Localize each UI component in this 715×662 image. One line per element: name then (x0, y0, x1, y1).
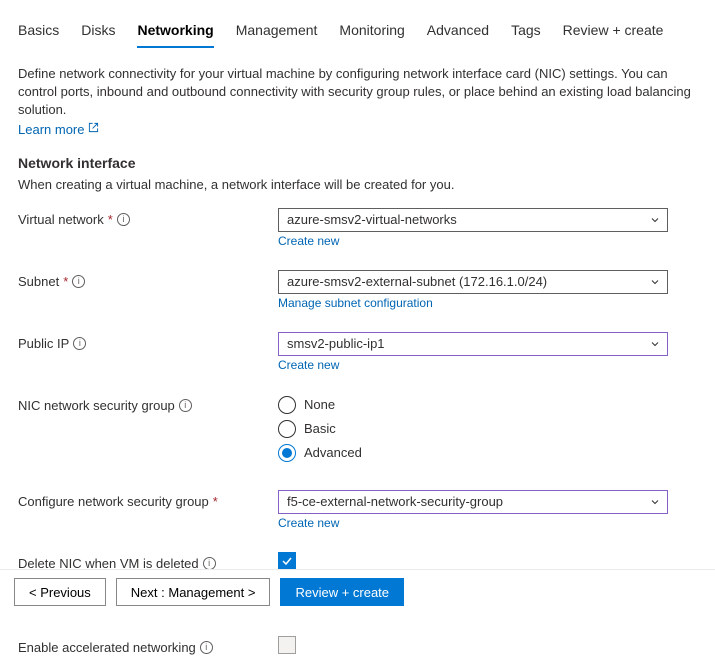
tab-monitoring[interactable]: Monitoring (339, 16, 404, 48)
nsg-mode-basic-label: Basic (304, 421, 336, 436)
section-note: When creating a virtual machine, a netwo… (18, 177, 697, 192)
public-ip-create-new-link[interactable]: Create new (278, 358, 339, 372)
tab-advanced[interactable]: Advanced (427, 16, 489, 48)
review-create-button[interactable]: Review + create (280, 578, 404, 606)
chevron-down-icon (649, 276, 661, 288)
nsg-create-new-link[interactable]: Create new (278, 516, 339, 530)
external-link-icon (88, 122, 99, 136)
intro-text: Define network connectivity for your vir… (18, 65, 697, 120)
subnet-label: Subnet (18, 274, 59, 289)
tab-networking[interactable]: Networking (137, 16, 213, 48)
tab-basics[interactable]: Basics (18, 16, 59, 48)
subnet-manage-link[interactable]: Manage subnet configuration (278, 296, 433, 310)
public-ip-label: Public IP (18, 336, 69, 351)
vnet-dropdown[interactable]: azure-smsv2-virtual-networks (278, 208, 668, 232)
tab-tags[interactable]: Tags (511, 16, 541, 48)
nsg-mode-none-radio[interactable]: None (278, 396, 668, 414)
info-icon[interactable]: i (200, 641, 213, 654)
tab-review[interactable]: Review + create (563, 16, 664, 48)
info-icon[interactable]: i (179, 399, 192, 412)
wizard-footer: < Previous Next : Management > Review + … (0, 569, 715, 614)
info-icon[interactable]: i (203, 557, 216, 570)
learn-more-link[interactable]: Learn more (18, 122, 99, 137)
chevron-down-icon (649, 338, 661, 350)
nsg-mode-basic-radio[interactable]: Basic (278, 420, 668, 438)
required-marker: * (63, 274, 68, 289)
subnet-value: azure-smsv2-external-subnet (172.16.1.0/… (287, 274, 547, 289)
vnet-create-new-link[interactable]: Create new (278, 234, 339, 248)
accel-net-label: Enable accelerated networking (18, 640, 196, 655)
info-icon[interactable]: i (73, 337, 86, 350)
nsg-mode-radiogroup: None Basic Advanced (278, 394, 668, 462)
next-button[interactable]: Next : Management > (116, 578, 271, 606)
subnet-dropdown[interactable]: azure-smsv2-external-subnet (172.16.1.0/… (278, 270, 668, 294)
section-heading: Network interface (18, 155, 697, 171)
public-ip-dropdown[interactable]: smsv2-public-ip1 (278, 332, 668, 356)
tab-disks[interactable]: Disks (81, 16, 115, 48)
public-ip-value: smsv2-public-ip1 (287, 336, 385, 351)
tab-management[interactable]: Management (236, 16, 318, 48)
nsg-select-label: Configure network security group (18, 494, 209, 509)
info-icon[interactable]: i (117, 213, 130, 226)
previous-button[interactable]: < Previous (14, 578, 106, 606)
info-icon[interactable]: i (72, 275, 85, 288)
nsg-mode-label: NIC network security group (18, 398, 175, 413)
required-marker: * (213, 494, 218, 509)
vnet-label: Virtual network (18, 212, 104, 227)
nsg-select-value: f5-ce-external-network-security-group (287, 494, 503, 509)
vnet-value: azure-smsv2-virtual-networks (287, 212, 457, 227)
nsg-select-dropdown[interactable]: f5-ce-external-network-security-group (278, 490, 668, 514)
chevron-down-icon (649, 214, 661, 226)
nsg-mode-advanced-label: Advanced (304, 445, 362, 460)
delete-nic-checkbox[interactable] (278, 552, 296, 570)
accel-net-checkbox (278, 636, 296, 654)
learn-more-label: Learn more (18, 122, 84, 137)
chevron-down-icon (649, 496, 661, 508)
nsg-mode-advanced-radio[interactable]: Advanced (278, 444, 668, 462)
required-marker: * (108, 212, 113, 227)
wizard-tabs: Basics Disks Networking Management Monit… (18, 16, 697, 49)
nsg-mode-none-label: None (304, 397, 335, 412)
